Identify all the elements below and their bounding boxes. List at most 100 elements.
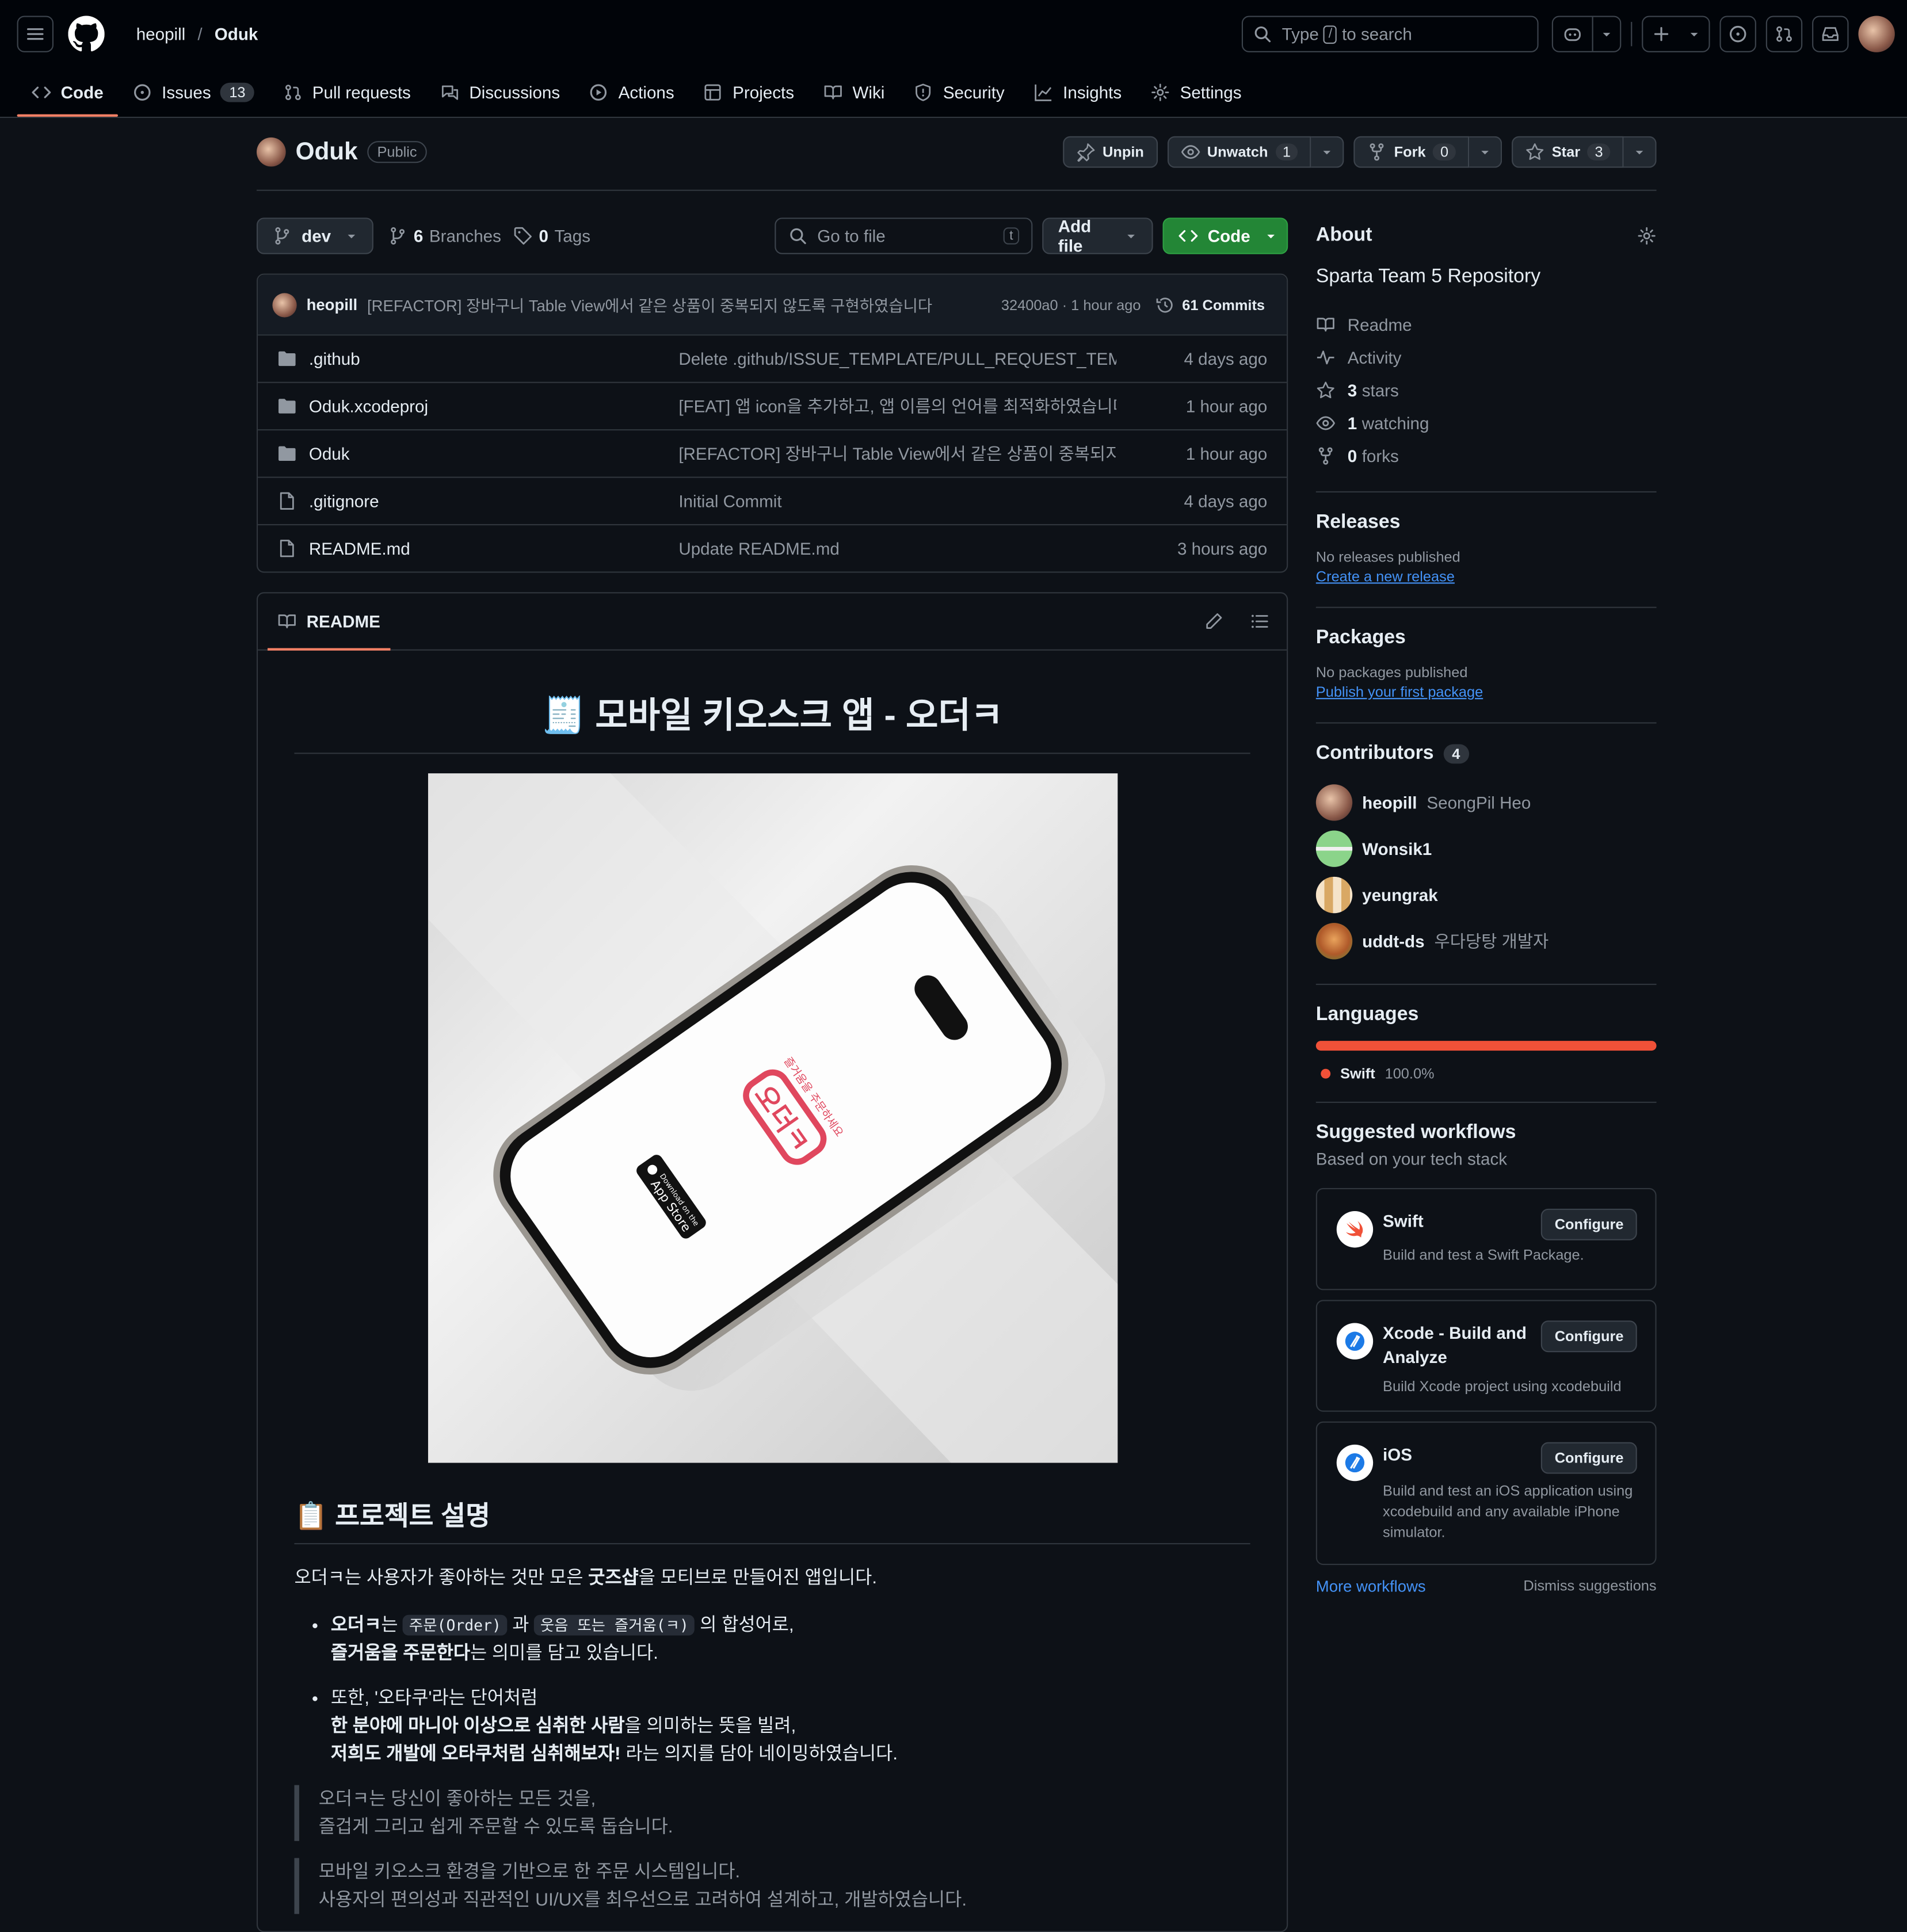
- branches-link[interactable]: 6 Branches: [388, 226, 501, 246]
- tags-label: Tags: [554, 226, 591, 246]
- readme-section-heading: 📋 프로젝트 설명: [294, 1463, 1250, 1545]
- star-icon: [1525, 142, 1544, 162]
- search-icon: [1253, 24, 1272, 44]
- file-commit-message[interactable]: [REFACTOR] 장바구니 Table View에서 같은 상품이 중복되지…: [678, 441, 1116, 465]
- file-row[interactable]: Oduk.xcodeproj [FEAT] 앱 icon을 추가하고, 앱 이름…: [258, 383, 1287, 431]
- tab-code[interactable]: Code: [17, 68, 119, 117]
- tab-actions[interactable]: Actions: [575, 68, 689, 117]
- file-name[interactable]: .github: [309, 349, 679, 369]
- file-row[interactable]: Oduk [REFACTOR] 장바구니 Table View에서 같은 상품이…: [258, 430, 1287, 478]
- chevron-down-icon: [1321, 146, 1333, 158]
- code-icon: [32, 83, 51, 102]
- contributors-heading[interactable]: Contributors: [1316, 743, 1434, 765]
- copilot-icon[interactable]: [1553, 17, 1593, 51]
- file-name[interactable]: .gitignore: [309, 491, 679, 511]
- dismiss-suggestions-link[interactable]: Dismiss suggestions: [1523, 1577, 1656, 1595]
- repo-owner-avatar[interactable]: [256, 137, 286, 167]
- readme-tab[interactable]: README: [267, 593, 390, 651]
- outline-list-icon[interactable]: [1250, 612, 1270, 631]
- repo-name[interactable]: Oduk: [296, 138, 358, 166]
- commits-count: 61 Commits: [1182, 296, 1265, 314]
- create-new-button[interactable]: [1642, 16, 1710, 52]
- commit-author-avatar[interactable]: [272, 292, 297, 317]
- tab-label: Discussions: [469, 82, 560, 102]
- menu-button[interactable]: [17, 16, 54, 52]
- hamburger-icon: [25, 24, 45, 44]
- file-commit-message[interactable]: Update README.md: [678, 539, 1116, 558]
- tab-wiki[interactable]: Wiki: [808, 68, 899, 117]
- book-icon: [1316, 314, 1336, 334]
- contributor-item[interactable]: heopill SeongPil Heo: [1315, 780, 1657, 826]
- search-icon: [788, 226, 808, 246]
- fork-dropdown[interactable]: [1469, 136, 1502, 168]
- star-icon: [1316, 380, 1336, 399]
- star-dropdown[interactable]: [1623, 136, 1657, 168]
- configure-button[interactable]: Configure: [1541, 1208, 1637, 1240]
- create-release-link[interactable]: Create a new release: [1316, 568, 1455, 585]
- more-workflows-link[interactable]: More workflows: [1316, 1577, 1426, 1595]
- activity-link[interactable]: Activity: [1316, 341, 1657, 373]
- discussion-icon: [440, 83, 460, 102]
- pencil-icon[interactable]: [1204, 612, 1223, 631]
- global-search[interactable]: Type / to search: [1241, 16, 1539, 52]
- watching-link[interactable]: 1 watching: [1316, 406, 1657, 439]
- releases-heading[interactable]: Releases: [1316, 512, 1401, 534]
- stars-link[interactable]: 3 stars: [1316, 373, 1657, 406]
- watch-dropdown[interactable]: [1311, 136, 1344, 168]
- commits-link[interactable]: 61 Commits: [1155, 295, 1265, 315]
- gear-icon: [1151, 83, 1170, 102]
- language-name[interactable]: Swift: [1340, 1065, 1375, 1082]
- forks-link[interactable]: 0 forks: [1316, 439, 1657, 472]
- chevron-down-icon: [1265, 230, 1277, 242]
- tab-pull-requests[interactable]: Pull requests: [269, 68, 426, 117]
- tab-insights[interactable]: Insights: [1019, 68, 1136, 117]
- configure-button[interactable]: Configure: [1541, 1320, 1637, 1353]
- tab-settings[interactable]: Settings: [1136, 68, 1256, 117]
- file-row[interactable]: README.md Update README.md 3 hours ago: [258, 525, 1287, 571]
- contributor-item[interactable]: uddt-ds 우다당탕 개발자: [1315, 918, 1657, 964]
- github-logo-icon[interactable]: [68, 16, 105, 52]
- add-file-button[interactable]: Add file: [1042, 216, 1153, 255]
- publish-package-link[interactable]: Publish your first package: [1316, 684, 1483, 701]
- packages-heading[interactable]: Packages: [1316, 628, 1406, 650]
- tab-issues[interactable]: Issues 13: [118, 68, 269, 117]
- breadcrumb-owner[interactable]: heopill: [136, 24, 186, 44]
- commit-sha-time[interactable]: 32400a0 · 1 hour ago: [1001, 296, 1141, 314]
- commit-author[interactable]: heopill: [307, 296, 358, 314]
- file-commit-message[interactable]: [FEAT] 앱 icon을 추가하고, 앱 이름의 언어를 최적화하였습니다.: [678, 394, 1116, 418]
- configure-button[interactable]: Configure: [1541, 1442, 1637, 1474]
- pulls-nav-button[interactable]: [1765, 16, 1803, 52]
- tab-security[interactable]: Security: [899, 68, 1019, 117]
- branch-selector[interactable]: dev: [256, 217, 374, 254]
- file-name[interactable]: Oduk: [309, 444, 679, 463]
- tab-label: Security: [943, 82, 1005, 102]
- gear-icon[interactable]: [1637, 226, 1657, 246]
- tags-link[interactable]: 0 Tags: [513, 226, 590, 246]
- tab-projects[interactable]: Projects: [689, 68, 808, 117]
- contributor-item[interactable]: yeungrak: [1315, 872, 1657, 918]
- code-button[interactable]: Code: [1162, 217, 1288, 254]
- copilot-button[interactable]: [1551, 16, 1622, 52]
- file-row[interactable]: .gitignore Initial Commit 4 days ago: [258, 478, 1287, 526]
- unpin-button[interactable]: Unpin: [1062, 136, 1158, 168]
- user-avatar[interactable]: [1858, 16, 1895, 52]
- inbox-button[interactable]: [1812, 16, 1849, 52]
- languages-heading: Languages: [1315, 1004, 1419, 1025]
- copilot-dropdown-icon[interactable]: [1593, 17, 1620, 51]
- file-row[interactable]: .github Delete .github/ISSUE_TEMPLATE/PU…: [258, 335, 1287, 383]
- file-commit-message[interactable]: Delete .github/ISSUE_TEMPLATE/PULL_REQUE…: [678, 349, 1116, 369]
- text-run: 사용자의 편의성과 직관적인 UI/UX를 최우선으로 고려하여 설계하고, 개…: [318, 1889, 967, 1911]
- file-commit-message[interactable]: Initial Commit: [678, 491, 1116, 511]
- fork-button[interactable]: Fork 0: [1353, 136, 1470, 168]
- go-to-file-input[interactable]: Go to file t: [775, 217, 1033, 254]
- breadcrumb-repo[interactable]: Oduk: [215, 24, 258, 44]
- commit-message[interactable]: [REFACTOR] 장바구니 Table View에서 같은 상품이 중복되지…: [367, 293, 932, 316]
- unwatch-button[interactable]: Unwatch 1: [1167, 136, 1311, 168]
- tab-discussions[interactable]: Discussions: [425, 68, 574, 117]
- issues-nav-button[interactable]: [1719, 16, 1756, 52]
- contributor-item[interactable]: Wonsik1: [1315, 826, 1657, 872]
- file-name[interactable]: README.md: [309, 539, 679, 558]
- file-name[interactable]: Oduk.xcodeproj: [309, 396, 679, 416]
- star-button[interactable]: Star 3: [1512, 136, 1624, 168]
- readme-link[interactable]: Readme: [1316, 308, 1657, 341]
